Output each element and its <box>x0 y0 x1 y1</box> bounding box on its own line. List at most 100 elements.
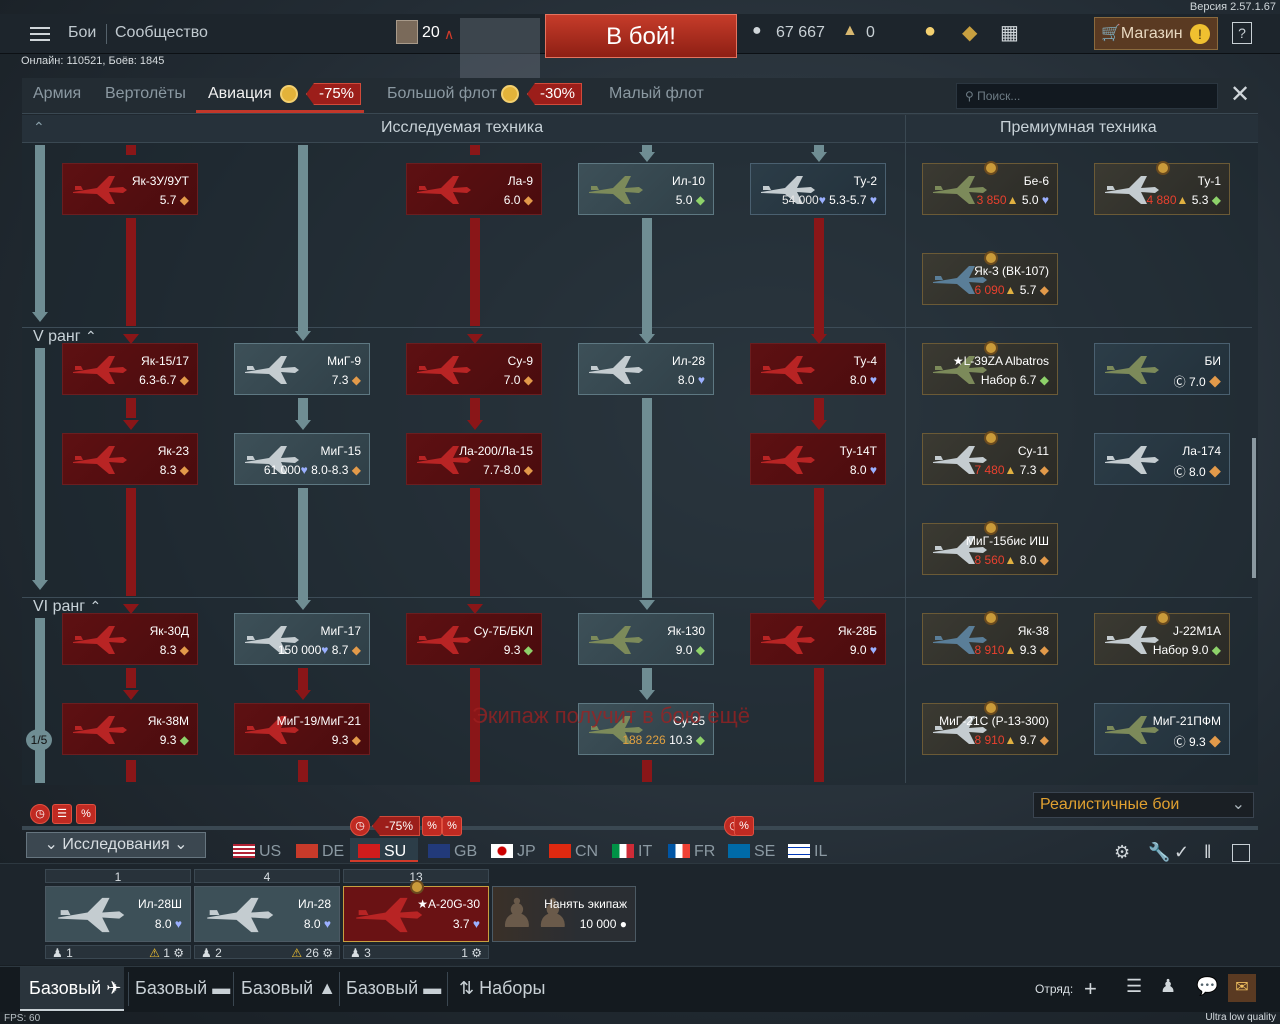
rank-divider <box>22 327 1252 328</box>
nation-us[interactable]: US <box>233 843 281 863</box>
percent-badge-icon[interactable]: % <box>76 804 96 824</box>
vehicle-card-yak28[interactable]: Як-28Б 9.0 ♥ <box>750 613 886 665</box>
crew-slot-2[interactable]: Ил-28 8.0 ♥ <box>194 886 340 942</box>
br-shield-icon: ♥ <box>869 193 877 207</box>
tab-coastal-fleet[interactable]: Малый флот <box>609 85 704 103</box>
realistic-diamond-icon: ◆ <box>1039 553 1049 567</box>
to-battle-button[interactable]: В бой! <box>545 14 737 58</box>
tree-scrollbar[interactable] <box>1252 438 1256 578</box>
vehicle-card-mig9[interactable]: МиГ-9 7.3 ◆ <box>234 343 370 395</box>
br-value: 9.3 <box>1019 643 1037 657</box>
preset-tank[interactable]: Базовый ▬ <box>135 978 230 999</box>
preset-ship[interactable]: Базовый ▬ <box>346 978 441 999</box>
premium-card-mig21pfm[interactable]: МиГ-21ПФМ Ⓒ 9.3 ◆ <box>1094 703 1230 755</box>
vehicle-card-yak23[interactable]: Як-23 8.3 ◆ <box>62 433 198 485</box>
diamond-icon[interactable]: ◆ <box>962 20 977 45</box>
vehicle-card-mig19[interactable]: МиГ-19/МиГ-21 9.3 ◆ <box>234 703 370 755</box>
nav-battles[interactable]: Бои <box>68 24 96 42</box>
game-mode-select[interactable]: Реалистичные бои ⌄ <box>1033 792 1254 818</box>
nation-it[interactable]: IT <box>612 843 652 863</box>
preset-aviation[interactable]: Базовый ✈ <box>29 978 121 999</box>
realistic-diamond-icon: ◆ <box>1039 463 1049 477</box>
battle-rating: 8 910▲ 9.3 ◆ <box>974 643 1049 657</box>
tab-aviation[interactable]: Авиация <box>208 85 272 103</box>
nation-cn[interactable]: CN <box>549 843 598 863</box>
vehicle-card-il28[interactable]: Ил-28 8.0 ♥ <box>578 343 714 395</box>
vehicle-card-tu4[interactable]: Ту-4 8.0 ♥ <box>750 343 886 395</box>
vehicle-card-il10[interactable]: Ил-10 5.0 ◆ <box>578 163 714 215</box>
chat-icon[interactable]: 💬 <box>1196 976 1218 997</box>
nation-de[interactable]: DE <box>296 843 344 863</box>
ammo-icon[interactable]: ‖ <box>1204 842 1211 863</box>
nation-jp[interactable]: JP <box>491 843 536 863</box>
vehicle-name: Як-28Б <box>837 624 877 638</box>
researched-title: Исследуемая техника <box>381 119 544 136</box>
preset-helicopter[interactable]: Базовый ▲ <box>241 978 336 999</box>
crew-icon: ♟ <box>350 946 361 960</box>
vehicle-card-tu14[interactable]: Ту-14Т 8.0 ♥ <box>750 433 886 485</box>
help-button[interactable]: ? <box>1232 22 1252 44</box>
tab-bluewater-fleet[interactable]: Большой флот <box>387 85 497 103</box>
br-value: 9.0 <box>675 643 693 657</box>
tab-army[interactable]: Армия <box>33 85 81 103</box>
menu-icon[interactable] <box>30 27 50 41</box>
checkmark-icon[interactable]: ✓ <box>1174 842 1189 863</box>
vehicle-card-yak130[interactable]: Як-130 9.0 ◆ <box>578 613 714 665</box>
vehicle-name: J-22M1A <box>1172 624 1221 638</box>
realistic-diamond-icon: ◆ <box>1039 733 1049 747</box>
chevron-up-icon[interactable]: ⌃ <box>85 328 97 344</box>
nation-su[interactable]: SU <box>358 843 406 863</box>
presets-sets-button[interactable]: ⇅ Наборы <box>459 978 545 999</box>
checkbox[interactable] <box>1232 844 1250 862</box>
br-value: 9.3 <box>1188 735 1206 749</box>
wrench-icon[interactable]: 🔧 <box>1148 842 1170 863</box>
nation-fr[interactable]: FR <box>668 843 715 863</box>
hire-crew-button[interactable]: ♟♟ Нанять экипаж 10 000 ● <box>492 886 636 942</box>
search-input[interactable]: ⚲ Поиск... <box>956 83 1218 109</box>
vehicle-card-su7[interactable]: Су-7Б/БКЛ 9.3 ◆ <box>406 613 542 665</box>
mail-icon[interactable]: ✉ <box>1228 974 1256 1002</box>
vehicle-card-yak30[interactable]: Як-30Д 8.3 ◆ <box>62 613 198 665</box>
crew-slot-1[interactable]: Ил-28Ш 8.0 ♥ <box>45 886 191 942</box>
avatar[interactable] <box>396 20 418 44</box>
tree-link <box>126 145 136 155</box>
br-value: 8.0 <box>849 373 867 387</box>
br-value: Набор 9.0 <box>1152 643 1209 657</box>
lightbulb-icon[interactable]: ● <box>924 20 936 43</box>
vehicle-card-mig15[interactable]: МиГ-15 61 000♥ 8.0-8.3 ◆ <box>234 433 370 485</box>
nation-se[interactable]: SE <box>728 843 775 863</box>
close-icon[interactable]: ✕ <box>1228 83 1252 108</box>
plane-icon <box>69 352 129 388</box>
vehicle-card-mig17[interactable]: МиГ-17 150 000♥ 8.7 ◆ <box>234 613 370 665</box>
research-toggle[interactable]: ⌄ Исследования ⌄ <box>26 832 206 858</box>
crew-slot-3[interactable]: ★A-20G-30 3.7 ♥ <box>343 886 489 942</box>
nav-community[interactable]: Сообщество <box>115 24 208 42</box>
vehicle-card-tu2[interactable]: Ту-2 54 000♥ 5.3-5.7 ♥ <box>750 163 886 215</box>
tab-helicopters[interactable]: Вертолёты <box>105 85 186 103</box>
vehicle-card-la9[interactable]: Ла-9 6.0 ◆ <box>406 163 542 215</box>
vehicle-card-yak3u[interactable]: Як-3У/9УТ 5.7 ◆ <box>62 163 198 215</box>
vehicle-card-la200[interactable]: Ла-200/Ла-15 7.7-8.0 ◆ <box>406 433 542 485</box>
list-badge-icon[interactable]: ☰ <box>52 804 72 824</box>
vehicle-name: Ту-2 <box>853 174 877 188</box>
vehicle-card-yak15[interactable]: Як-15/17 6.3-6.7 ◆ <box>62 343 198 395</box>
battle-rating: 9.3 ◆ <box>332 733 361 747</box>
battle-pass-icon[interactable]: ▦ <box>1000 20 1019 45</box>
chevron-up-icon[interactable]: ⌃ <box>89 598 101 614</box>
list-icon[interactable]: ☰ <box>1126 976 1142 997</box>
contacts-icon[interactable]: ♟ <box>1160 976 1176 997</box>
br-value: 7.0 <box>1188 375 1206 389</box>
collapse-icon[interactable]: ⌃ <box>33 119 45 136</box>
vehicle-card-su9[interactable]: Су-9 7.0 ◆ <box>406 343 542 395</box>
nation-gb[interactable]: GB <box>428 843 477 863</box>
battle-rating: 4 880▲ 5.3 ◆ <box>1146 193 1221 207</box>
gear-icon[interactable]: ⚙ <box>1114 842 1130 863</box>
add-squad-icon[interactable]: + <box>1084 976 1097 1002</box>
realistic-diamond-icon: ◆ <box>351 643 361 657</box>
tree-link <box>126 488 136 596</box>
premium-card-bi[interactable]: БИ Ⓒ 7.0 ◆ <box>1094 343 1230 395</box>
nation-il[interactable]: IL <box>788 843 827 863</box>
premium-card-la174[interactable]: Ла-174 Ⓒ 8.0 ◆ <box>1094 433 1230 485</box>
vehicle-card-yak38[interactable]: Як-38М 9.3 ◆ <box>62 703 198 755</box>
alert-icon: ⚠ <box>291 946 303 960</box>
